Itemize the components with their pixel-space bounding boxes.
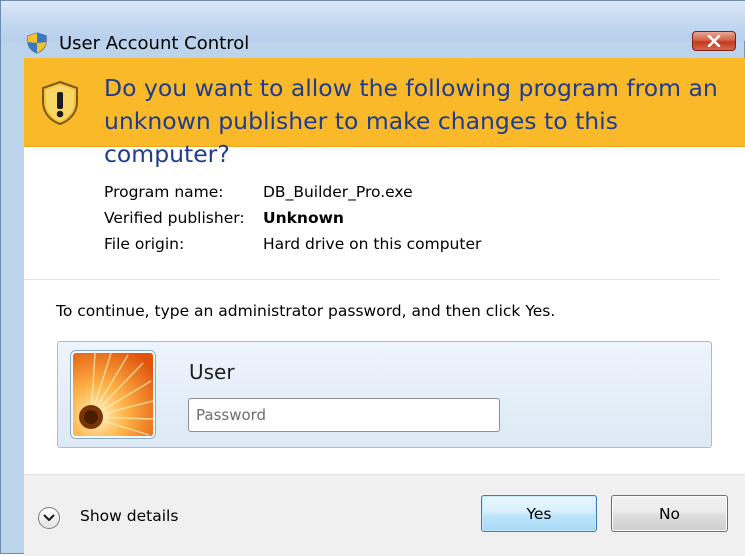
info-label: Program name: [104, 183, 224, 201]
avatar [71, 351, 155, 438]
warning-shield-icon [42, 80, 78, 126]
warning-banner: Do you want to allow the following progr… [24, 58, 745, 168]
yes-button[interactable]: Yes [481, 495, 597, 532]
info-label: Verified publisher: [104, 209, 245, 227]
show-details-label[interactable]: Show details [80, 507, 178, 525]
show-details-toggle[interactable] [38, 507, 60, 529]
user-name: User [189, 360, 235, 384]
uac-shield-icon [27, 32, 47, 54]
banner-question: Do you want to allow the following progr… [104, 74, 718, 168]
close-icon [707, 35, 721, 47]
password-input[interactable] [188, 398, 500, 432]
publisher-value: Unknown [263, 209, 344, 227]
info-label: File origin: [104, 235, 185, 253]
window-title: User Account Control [59, 33, 250, 54]
chevron-down-icon [43, 514, 55, 521]
no-button[interactable]: No [611, 495, 728, 532]
dialog-content: Do you want to allow the following progr… [24, 58, 745, 556]
file-origin-value: Hard drive on this computer [263, 235, 482, 253]
divider [24, 279, 719, 280]
title-bar[interactable]: User Account Control [1, 1, 745, 54]
flower-avatar-icon [73, 353, 153, 436]
close-button[interactable] [692, 31, 736, 51]
credential-tile[interactable]: User [57, 341, 712, 448]
dialog-footer: Show details Yes No [24, 474, 745, 556]
uac-dialog-window: User Account Control Do you want to allo… [0, 0, 745, 556]
program-name-value: DB_Builder_Pro.exe [263, 183, 413, 201]
continue-instruction: To continue, type an administrator passw… [56, 302, 556, 320]
